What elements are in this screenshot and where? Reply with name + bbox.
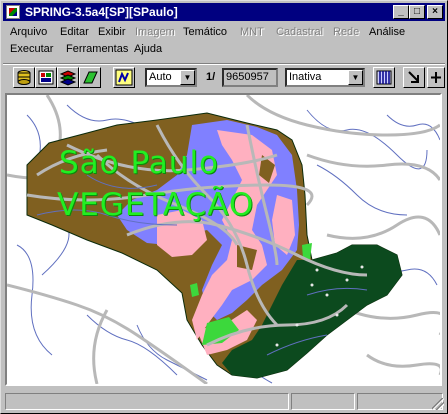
map-title: São Paulo — [59, 145, 220, 181]
scale-mode-select[interactable]: Auto ▼ — [145, 68, 197, 87]
status-bar — [3, 391, 445, 411]
menu-rede[interactable]: Rede — [333, 26, 359, 38]
resize-grip-icon[interactable] — [432, 398, 444, 410]
window-title: SPRING-3.5a4[SP][SPaulo] — [25, 5, 178, 19]
project-tool-button[interactable] — [35, 67, 57, 88]
map-subtitle: VEGETAÇÃO — [57, 187, 255, 223]
state-value: Inativa — [289, 71, 322, 83]
menu-analise[interactable]: Análise — [369, 26, 405, 38]
parallelogram-icon — [83, 71, 98, 84]
menu-editar[interactable]: Editar — [60, 26, 89, 38]
main-window: SPRING-3.5a4[SP][SPaulo] _ □ × Arquivo E… — [0, 0, 448, 414]
scale-value: 9650957 — [226, 71, 269, 83]
app-icon[interactable] — [6, 5, 20, 19]
chevron-down-icon[interactable]: ▼ — [180, 70, 195, 85]
layers-tool-button[interactable] — [57, 67, 79, 88]
menu-arquivo[interactable]: Arquivo — [10, 26, 47, 38]
scale-mode-value: Auto — [149, 71, 172, 83]
status-panel-2 — [291, 393, 355, 410]
menu-bar: Arquivo Editar Exibir Imagem Temático MN… — [3, 23, 445, 63]
layers-icon — [59, 70, 77, 86]
menu-mnt[interactable]: MNT — [240, 26, 264, 38]
display-tool-button[interactable] — [113, 67, 135, 88]
menu-executar[interactable]: Executar — [10, 43, 53, 55]
database-icon — [17, 70, 31, 85]
menu-ferramentas[interactable]: Ferramentas — [66, 43, 128, 55]
minimize-button[interactable]: _ — [393, 5, 409, 19]
arrow-tool-button[interactable] — [403, 67, 425, 88]
status-panel-3 — [357, 393, 443, 410]
grid-icon — [376, 70, 392, 85]
menu-exibir[interactable]: Exibir — [98, 26, 126, 38]
menu-cadastral[interactable]: Cadastral — [276, 26, 323, 38]
status-panel-main — [5, 393, 289, 410]
close-button[interactable]: × — [427, 5, 443, 19]
menu-tematico[interactable]: Temático — [183, 26, 227, 38]
project-icon — [38, 70, 54, 85]
scale-field[interactable]: 9650957 — [222, 68, 278, 87]
title-bar[interactable]: SPRING-3.5a4[SP][SPaulo] _ □ × — [3, 3, 445, 21]
display-icon — [115, 69, 133, 86]
toolbar: Auto ▼ 1/ 9650957 Inativa ▼ — [3, 65, 445, 91]
menu-imagem[interactable]: Imagem — [135, 26, 175, 38]
map-canvas[interactable]: São Paulo VEGETAÇÃO — [5, 93, 442, 386]
plus-icon — [431, 72, 441, 83]
arrow-down-right-icon — [408, 71, 419, 83]
menu-ajuda[interactable]: Ajuda — [134, 43, 162, 55]
draw-tool-button[interactable] — [79, 67, 101, 88]
sao-paulo-vegetation-map — [7, 95, 440, 384]
maximize-button[interactable]: □ — [409, 5, 425, 19]
chevron-down-icon[interactable]: ▼ — [348, 70, 363, 85]
zoom-in-button[interactable] — [427, 67, 445, 88]
database-tool-button[interactable] — [13, 67, 35, 88]
scale-prefix: 1/ — [206, 71, 216, 83]
grid-tool-button[interactable] — [373, 67, 395, 88]
state-select[interactable]: Inativa ▼ — [285, 68, 365, 87]
